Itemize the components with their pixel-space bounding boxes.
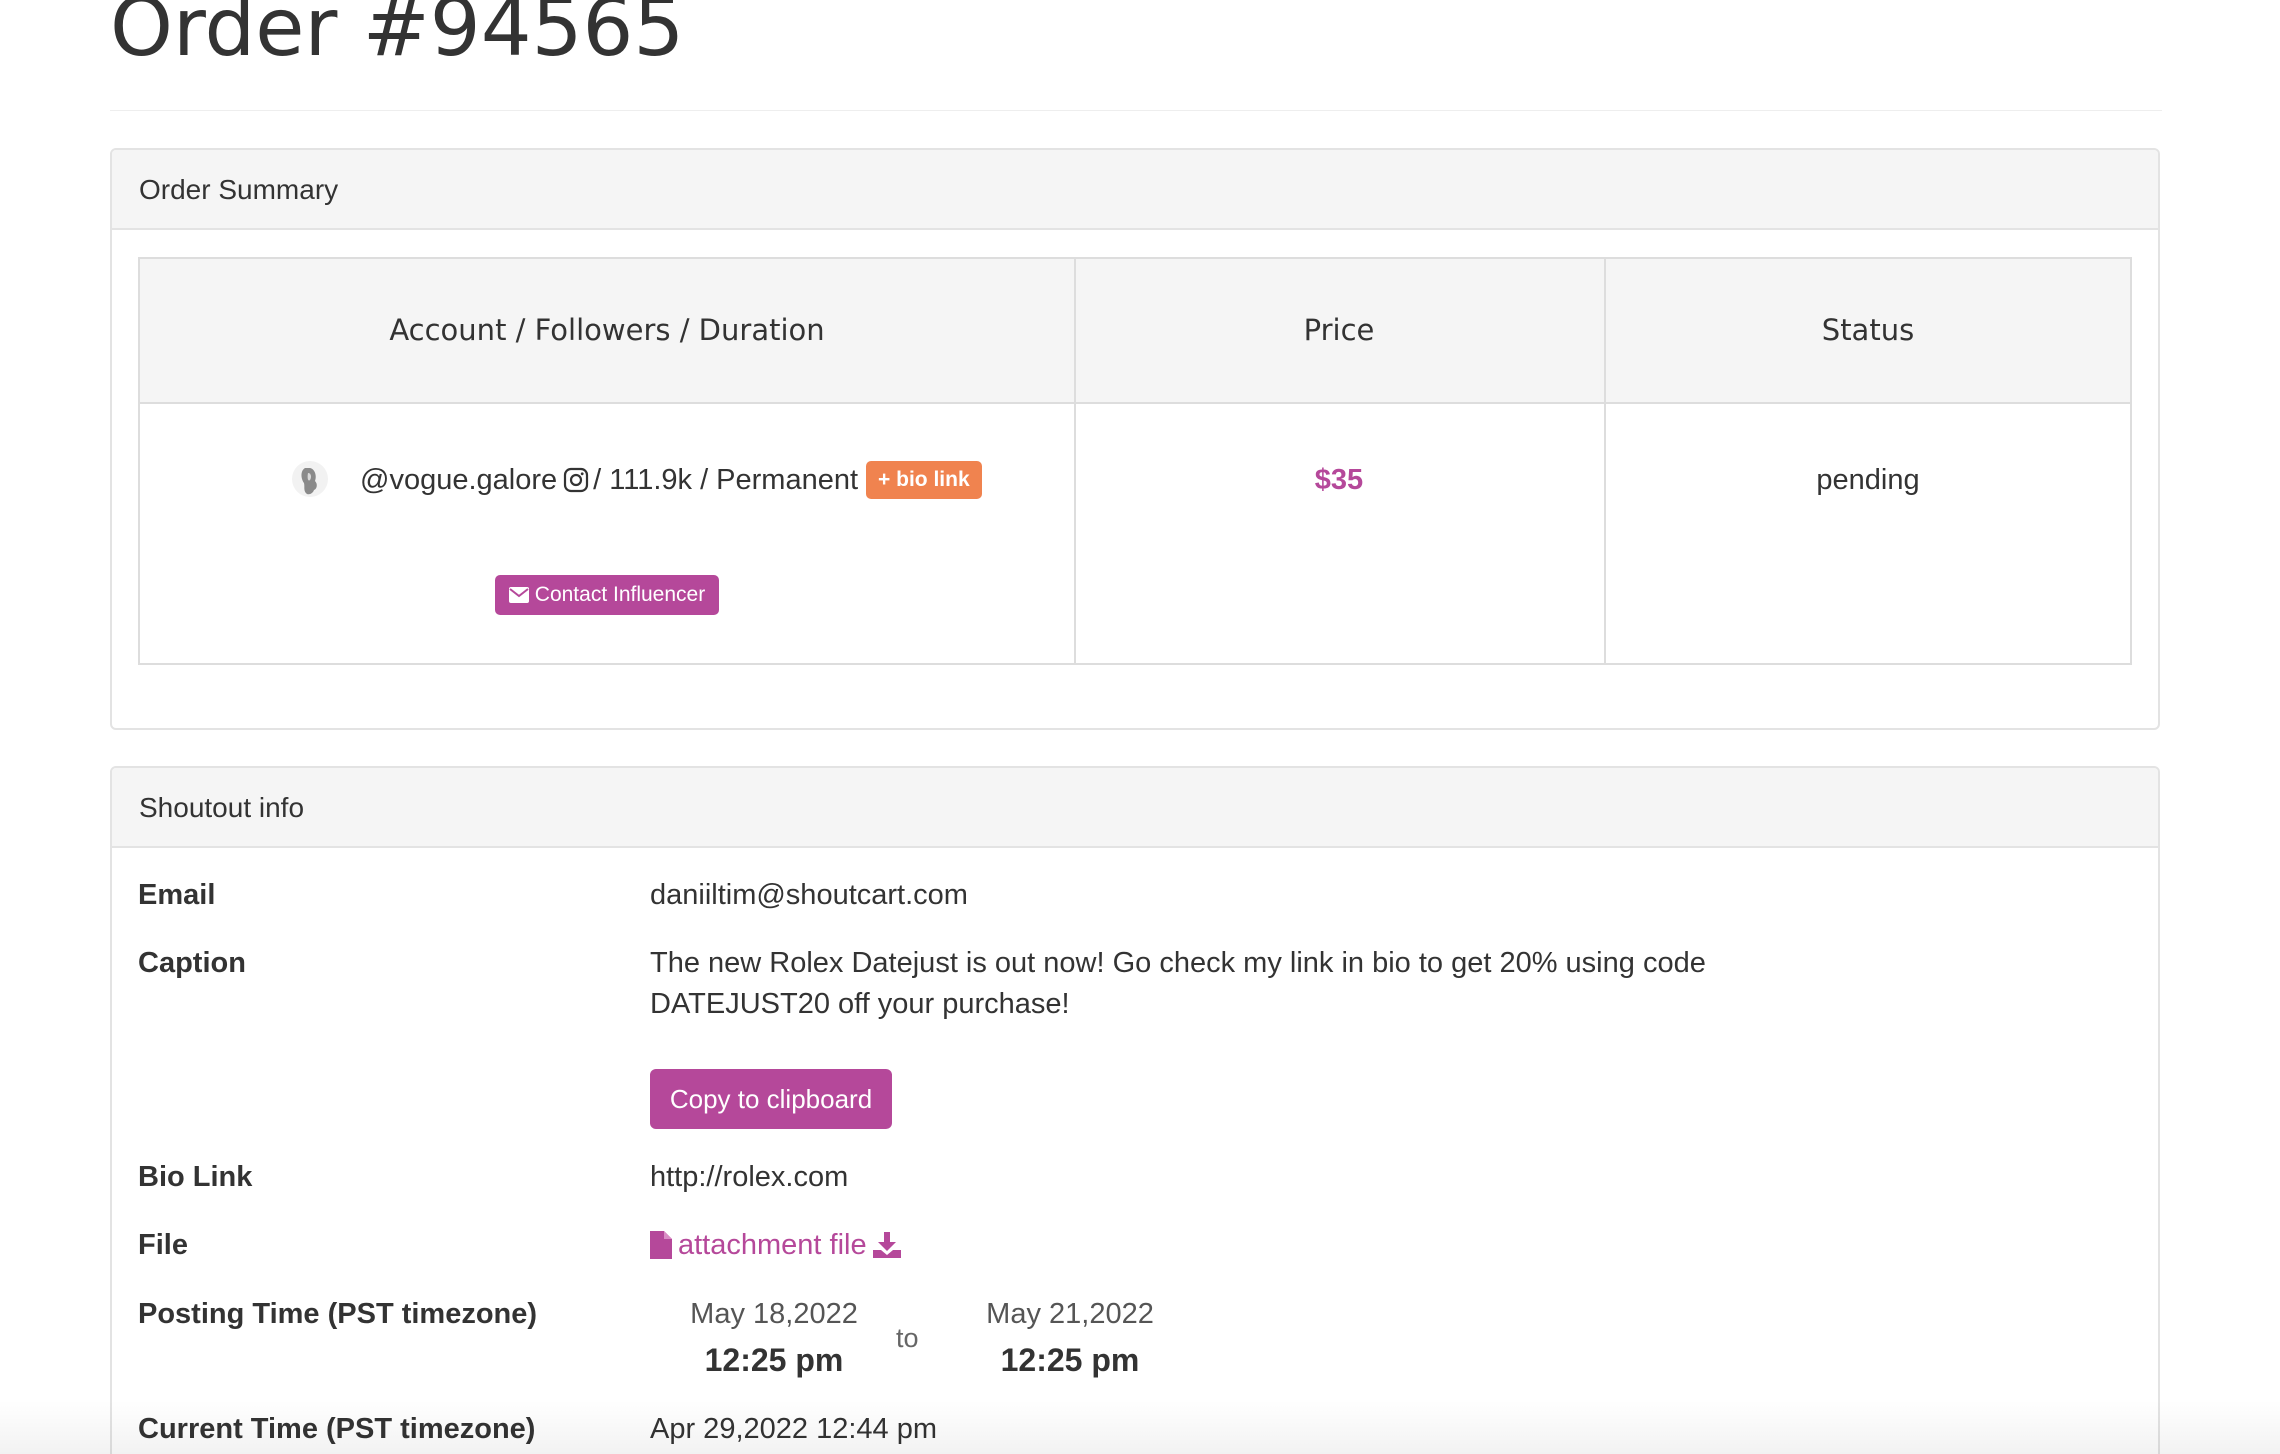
bio-link-value[interactable]: http://rolex.com	[650, 1157, 848, 1197]
file-icon	[650, 1231, 672, 1259]
order-summary-table: Account / Followers / Duration Price Sta…	[138, 257, 2132, 665]
price-value: $35	[1314, 464, 1364, 496]
contact-influencer-label: Contact Influencer	[534, 583, 706, 606]
posting-to-separator: to	[896, 1323, 919, 1353]
panel-title: Shoutout info	[139, 792, 305, 823]
followers-duration: / 111.9k / Permanent	[593, 463, 859, 496]
title-divider	[110, 110, 2162, 111]
email-value: daniiltim@shoutcart.com	[650, 879, 968, 911]
column-header-price: Price	[1303, 313, 1375, 347]
contact-influencer-button[interactable]: Contact Influencer	[495, 575, 719, 615]
column-header-account: Account / Followers / Duration	[389, 313, 825, 347]
posting-end-date: May 21,2022	[986, 1298, 1154, 1330]
order-page: Order #94565 Order Summary Account / Fol…	[0, 0, 2280, 1454]
avatar[interactable]	[291, 460, 329, 498]
bio-link-badge: + bio link	[866, 461, 982, 499]
email-label: Email	[138, 879, 216, 911]
copy-to-clipboard-button[interactable]: Copy to clipboard	[650, 1069, 892, 1129]
file-label: File	[138, 1229, 188, 1261]
attachment-file-link[interactable]: attachment file	[650, 1225, 901, 1265]
account-info: @vogue.galore / 111.9k / Permanent + bio…	[360, 458, 982, 502]
envelope-icon	[508, 587, 529, 603]
shoutout-info-heading: Shoutout info	[112, 768, 2158, 848]
bio-link-label: Bio Link	[138, 1161, 253, 1193]
account-handle[interactable]: @vogue.galore	[360, 464, 557, 497]
column-header-status: Status	[1821, 313, 1915, 347]
current-time-value: Apr 29,2022 12:44 pm	[650, 1413, 937, 1445]
page-title: Order #94565	[110, 0, 685, 74]
attachment-file-label: attachment file	[678, 1228, 867, 1261]
caption-label: Caption	[138, 947, 246, 979]
posting-end-time: 12:25 pm	[1000, 1342, 1140, 1378]
caption-value: The new Rolex Datejust is out now! Go ch…	[650, 947, 1706, 1020]
status-value: pending	[1816, 464, 1920, 496]
current-time-label: Current Time (PST timezone)	[138, 1413, 536, 1445]
order-summary-heading: Order Summary	[112, 150, 2158, 230]
instagram-icon[interactable]	[563, 467, 589, 493]
panel-title: Order Summary	[139, 174, 339, 205]
posting-start-time: 12:25 pm	[704, 1342, 844, 1378]
posting-start-date: May 18,2022	[690, 1298, 858, 1330]
posting-time-label: Posting Time (PST timezone)	[138, 1298, 538, 1330]
download-icon	[872, 1232, 901, 1258]
